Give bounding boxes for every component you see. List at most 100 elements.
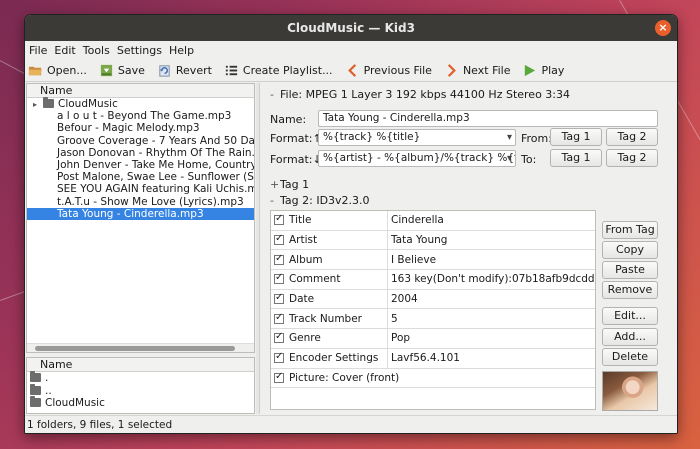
format-from-combo[interactable]: %{track} %{title} bbox=[318, 129, 516, 146]
dir-list-header[interactable]: Name bbox=[27, 358, 254, 372]
chevron-left-icon bbox=[347, 63, 356, 77]
scrollbar-thumb[interactable] bbox=[35, 346, 235, 351]
frame-checkbox[interactable] bbox=[274, 351, 284, 364]
filename-from-tag1-button[interactable]: Tag 1 bbox=[550, 128, 602, 146]
tree-file[interactable]: SEE YOU AGAIN featuring Kali Uchis.mp3 bbox=[27, 183, 254, 195]
window-title: CloudMusic — Kid3 bbox=[287, 21, 415, 35]
tag1-toggle[interactable]: + bbox=[270, 178, 280, 191]
frame-value[interactable]: Tata Young bbox=[388, 231, 595, 250]
play-button[interactable]: Play bbox=[522, 63, 564, 78]
from-tag1-button[interactable]: From Tag 1 bbox=[602, 221, 658, 252]
from-label: From: bbox=[521, 132, 552, 145]
expand-arrow-icon[interactable]: ▸ bbox=[33, 99, 41, 111]
tag1-from-filename-button[interactable]: Tag 1 bbox=[550, 149, 602, 167]
directory-list: Name . .. CloudMusic bbox=[26, 357, 255, 414]
menu-settings[interactable]: Settings bbox=[117, 44, 162, 57]
tree-folder-cloudmusic[interactable]: ▸ CloudMusic bbox=[27, 97, 254, 111]
tree-file[interactable]: Befour - Magic Melody.mp3 bbox=[27, 122, 254, 134]
add-frame-button[interactable]: Add... bbox=[602, 328, 658, 346]
cover-art-thumbnail[interactable] bbox=[602, 371, 658, 411]
tag2-from-filename-button[interactable]: Tag 2 bbox=[606, 149, 658, 167]
paste-button[interactable]: Paste bbox=[602, 261, 658, 279]
kid3-window: CloudMusic — Kid3 × File Edit Tools Sett… bbox=[24, 14, 678, 434]
table-row[interactable]: Date2004 bbox=[271, 289, 595, 310]
file-section-toggle[interactable]: - bbox=[270, 88, 280, 101]
delete-frame-button[interactable]: Delete bbox=[602, 348, 658, 366]
frame-value[interactable]: Pop bbox=[388, 329, 595, 348]
title-bar: CloudMusic — Kid3 × bbox=[25, 15, 677, 41]
frame-checkbox[interactable] bbox=[274, 272, 284, 285]
revert-button[interactable]: Revert bbox=[157, 63, 212, 78]
copy-button[interactable]: Copy bbox=[602, 241, 658, 259]
tree-file[interactable]: Jason Donovan - Rhythm Of The Rain.mp3 bbox=[27, 147, 254, 159]
format-to-combo[interactable]: %{artist} - %{album}/%{track} %{title} bbox=[318, 150, 516, 167]
menu-bar: File Edit Tools Settings Help bbox=[25, 41, 677, 59]
frame-value[interactable]: 5 bbox=[388, 309, 595, 328]
next-file-button[interactable]: Next File bbox=[444, 63, 510, 78]
close-window-button[interactable]: × bbox=[655, 20, 671, 36]
frame-value[interactable]: I Believe bbox=[388, 250, 595, 269]
horizontal-scrollbar[interactable] bbox=[27, 343, 254, 352]
folder-icon bbox=[30, 383, 41, 395]
open-button[interactable]: Open... bbox=[28, 63, 87, 78]
tree-file-selected[interactable]: Tata Young - Cinderella.mp3 bbox=[27, 207, 254, 220]
remove-button[interactable]: Remove bbox=[602, 281, 658, 299]
table-row[interactable]: TitleCinderella bbox=[271, 211, 595, 231]
tree-file[interactable]: a l o u t - Beyond The Game.mp3 bbox=[27, 110, 254, 122]
tree-file[interactable]: Groove Coverage - 7 Years And 50 Days.mp… bbox=[27, 135, 254, 147]
frame-checkbox[interactable] bbox=[274, 233, 284, 246]
format-down-label: Format:↓ bbox=[270, 153, 322, 166]
frame-checkbox[interactable] bbox=[274, 213, 284, 226]
chevron-right-icon bbox=[447, 63, 456, 77]
open-folder-icon bbox=[28, 66, 43, 75]
save-button[interactable]: Save bbox=[99, 63, 145, 78]
frame-value[interactable]: Lavf56.4.101 bbox=[388, 349, 595, 368]
frame-value[interactable]: 163 key(Don't modify):07b18afb9dcddd00a bbox=[388, 270, 595, 289]
file-info: - File: MPEG 1 Layer 3 192 kbps 44100 Hz … bbox=[270, 88, 571, 101]
menu-help[interactable]: Help bbox=[169, 44, 194, 57]
tree-file[interactable]: t.A.T.u - Show Me Love (Lyrics).mp3 bbox=[27, 196, 254, 208]
table-row[interactable]: GenrePop bbox=[271, 329, 595, 349]
filename-from-tag2-button[interactable]: Tag 2 bbox=[606, 128, 658, 146]
folder-icon bbox=[30, 371, 41, 382]
file-tree-header[interactable]: Name bbox=[27, 84, 254, 98]
frame-checkbox[interactable] bbox=[274, 331, 284, 344]
status-bar: 1 folders, 9 files, 1 selected bbox=[25, 415, 677, 433]
edit-frame-button[interactable]: Edit... bbox=[602, 307, 658, 325]
dir-item[interactable]: . bbox=[27, 371, 254, 385]
tree-file[interactable]: John Denver - Take Me Home, Country Road… bbox=[27, 159, 254, 171]
dir-item[interactable]: .. bbox=[27, 383, 254, 398]
filename-input[interactable]: Tata Young - Cinderella.mp3 bbox=[318, 110, 658, 127]
frame-checkbox[interactable] bbox=[274, 253, 284, 265]
table-row[interactable]: ArtistTata Young bbox=[271, 230, 595, 251]
save-icon bbox=[100, 64, 112, 76]
table-row[interactable]: Comment163 key(Don't modify):07b18afb9dc… bbox=[271, 270, 595, 290]
frame-value[interactable] bbox=[399, 369, 595, 388]
tag1-section[interactable]: +Tag 1 bbox=[270, 178, 309, 191]
folder-icon bbox=[30, 396, 41, 407]
frame-checkbox[interactable] bbox=[274, 312, 284, 324]
frame-checkbox[interactable] bbox=[274, 371, 284, 383]
toolbar: Open... Save Revert Create Playlist... P… bbox=[25, 59, 677, 82]
name-label: Name: bbox=[270, 113, 307, 126]
frame-value[interactable]: Cinderella bbox=[388, 211, 595, 230]
tag2-section[interactable]: - Tag 2: ID3v2.3.0 bbox=[270, 194, 370, 207]
table-row[interactable]: AlbumI Believe bbox=[271, 250, 595, 271]
create-playlist-button[interactable]: Create Playlist... bbox=[224, 63, 333, 78]
revert-icon bbox=[159, 64, 170, 77]
table-row[interactable]: Track Number5 bbox=[271, 309, 595, 330]
table-row[interactable]: Encoder SettingsLavf56.4.101 bbox=[271, 348, 595, 369]
play-icon bbox=[525, 64, 536, 76]
tree-file[interactable]: Post Malone, Swae Lee - Sunflower (Spide… bbox=[27, 171, 254, 183]
previous-file-button[interactable]: Previous File bbox=[345, 63, 432, 78]
frame-checkbox[interactable] bbox=[274, 292, 284, 305]
tag2-toggle[interactable]: - bbox=[270, 194, 280, 207]
frame-value[interactable]: 2004 bbox=[388, 290, 595, 309]
dir-item[interactable]: CloudMusic bbox=[27, 396, 254, 410]
table-row[interactable]: Picture: Cover (front) bbox=[271, 369, 595, 389]
format-up-label: Format:↑ bbox=[270, 132, 322, 145]
playlist-icon bbox=[225, 65, 238, 75]
menu-edit[interactable]: Edit bbox=[54, 44, 75, 57]
menu-file[interactable]: File bbox=[29, 44, 47, 57]
menu-tools[interactable]: Tools bbox=[83, 44, 110, 57]
